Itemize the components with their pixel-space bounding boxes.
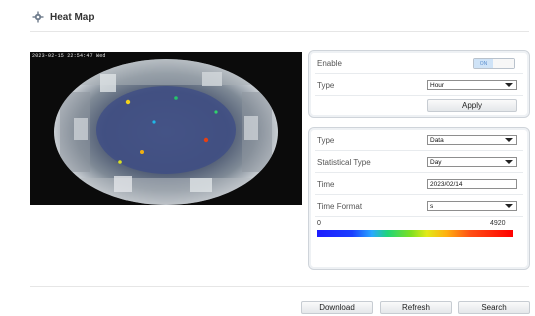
type-select[interactable]: Hour bbox=[427, 80, 517, 90]
divider bbox=[315, 73, 523, 74]
enable-toggle[interactable]: ON bbox=[473, 58, 515, 69]
divider bbox=[315, 172, 523, 173]
type-label: Type bbox=[317, 80, 335, 90]
heat-color-scale bbox=[317, 230, 513, 237]
enable-label: Enable bbox=[317, 58, 342, 68]
statistical-type-select[interactable]: Day bbox=[427, 157, 517, 167]
chevron-down-icon bbox=[505, 204, 513, 208]
page-header: Heat Map bbox=[32, 6, 94, 28]
divider bbox=[315, 216, 523, 217]
divider bbox=[315, 194, 523, 195]
chevron-down-icon bbox=[505, 138, 513, 142]
type-select-value: Hour bbox=[430, 81, 445, 89]
apply-button[interactable]: Apply bbox=[427, 99, 517, 112]
fisheye-image bbox=[54, 59, 278, 205]
video-preview[interactable]: 2023-02-15 22:54:47 Wed bbox=[30, 52, 302, 205]
heatmap-icon bbox=[32, 11, 44, 23]
video-osd-timestamp: 2023-02-15 22:54:47 Wed bbox=[32, 53, 106, 59]
toggle-off-area bbox=[493, 59, 514, 68]
search-button[interactable]: Search bbox=[458, 301, 530, 314]
toggle-on-indicator: ON bbox=[474, 59, 493, 68]
scale-max-label: 4920 bbox=[490, 220, 506, 227]
heatmap-query-panel: Type Data Statistical Type Day Time 2023… bbox=[308, 127, 530, 270]
time-label: Time bbox=[317, 179, 335, 189]
query-type-label: Type bbox=[317, 135, 335, 145]
time-input[interactable]: 2023/02/14 bbox=[427, 179, 517, 189]
heatmap-settings-panel: Enable ON Type Hour Apply bbox=[308, 50, 530, 118]
divider bbox=[315, 95, 523, 96]
chevron-down-icon bbox=[505, 83, 513, 87]
footer-divider bbox=[30, 286, 529, 287]
time-format-select[interactable]: s bbox=[427, 201, 517, 211]
statistical-type-label: Statistical Type bbox=[317, 157, 371, 167]
statistical-type-value: Day bbox=[430, 158, 442, 166]
scale-min-label: 0 bbox=[317, 220, 321, 227]
time-format-label: Time Format bbox=[317, 201, 363, 211]
time-format-value: s bbox=[430, 202, 434, 210]
page-title: Heat Map bbox=[50, 11, 95, 23]
query-type-select[interactable]: Data bbox=[427, 135, 517, 145]
download-button[interactable]: Download bbox=[301, 301, 373, 314]
refresh-button[interactable]: Refresh bbox=[380, 301, 452, 314]
header-divider bbox=[30, 31, 529, 32]
divider bbox=[315, 150, 523, 151]
chevron-down-icon bbox=[505, 160, 513, 164]
query-type-value: Data bbox=[430, 136, 444, 144]
